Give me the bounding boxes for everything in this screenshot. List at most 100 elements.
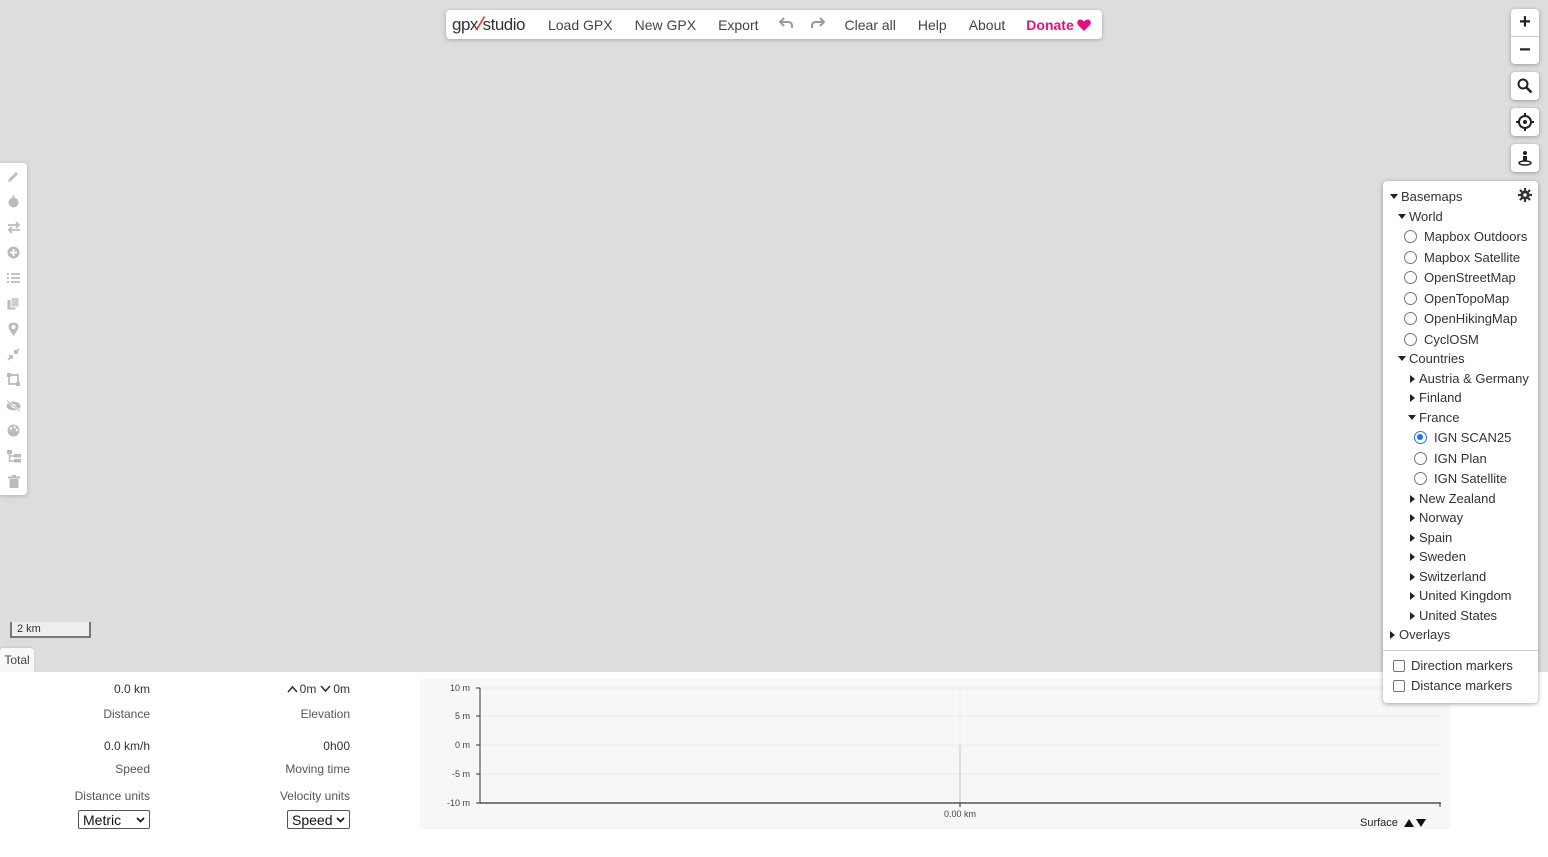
copy-icon[interactable] — [6, 296, 21, 311]
country-united-states[interactable]: United States — [1410, 608, 1497, 623]
statistics-panel: 0.0 km Distance 0m 0m Elevation 0.0 km/h… — [0, 672, 1548, 857]
direction-markers-checkbox[interactable] — [1393, 659, 1405, 672]
help-button[interactable]: Help — [918, 17, 947, 33]
option-label: OpenStreetMap — [1424, 270, 1516, 285]
country-new-zealand[interactable]: New Zealand — [1410, 491, 1496, 506]
moving-time-value: 0h00 — [323, 739, 350, 753]
search-button[interactable] — [1511, 72, 1539, 100]
country-finland[interactable]: Finland — [1410, 390, 1462, 405]
country-sweden[interactable]: Sweden — [1410, 549, 1466, 564]
caret-right-icon — [1390, 630, 1395, 639]
donate-button[interactable]: Donate — [1026, 16, 1091, 33]
about-button[interactable]: About — [969, 17, 1006, 33]
country-austria-germany[interactable]: Austria & Germany — [1410, 371, 1529, 386]
elevation-chart-plot — [476, 687, 1441, 807]
stopwatch-icon[interactable] — [6, 194, 21, 209]
radio-button[interactable] — [1404, 292, 1417, 305]
basemap-option-mapbox-satellite[interactable]: Mapbox Satellite — [1404, 250, 1520, 265]
option-label: Distance markers — [1411, 678, 1513, 693]
caret-right-icon — [1410, 552, 1415, 561]
caret-right-icon — [1410, 591, 1415, 600]
radio-button[interactable] — [1404, 251, 1417, 264]
country-norway[interactable]: Norway — [1410, 510, 1463, 525]
total-tab[interactable]: Total — [0, 648, 34, 672]
basemap-option-mapbox-outdoors[interactable]: Mapbox Outdoors — [1404, 229, 1527, 244]
basemap-option-ign-plan[interactable]: IGN Plan — [1414, 451, 1487, 466]
basemaps-header[interactable]: Basemaps — [1390, 189, 1462, 204]
velocity-units-select[interactable]: Speed — [287, 810, 350, 829]
street-view-icon — [1518, 151, 1532, 166]
eye-slash-icon[interactable] — [6, 398, 21, 413]
caret-down-icon — [1390, 194, 1398, 199]
distance-markers-option[interactable]: Distance markers — [1393, 678, 1512, 693]
caret-right-icon — [1410, 611, 1415, 620]
distance-units-select[interactable]: Metric — [78, 810, 150, 829]
radio-button[interactable] — [1404, 230, 1417, 243]
reverse-icon[interactable] — [6, 220, 21, 235]
overlays-group[interactable]: Overlays — [1390, 627, 1450, 642]
country-switzerland[interactable]: Switzerland — [1410, 569, 1486, 584]
basemap-option-openstreetmap[interactable]: OpenStreetMap — [1404, 270, 1516, 285]
pencil-icon[interactable] — [6, 169, 21, 184]
crop-icon[interactable] — [6, 372, 21, 387]
option-label: OpenHikingMap — [1424, 311, 1518, 326]
basemap-option-opentopomap[interactable]: OpenTopoMap — [1404, 291, 1509, 306]
world-group[interactable]: World — [1398, 209, 1443, 224]
undo-icon[interactable] — [778, 16, 793, 34]
country-france[interactable]: France — [1408, 410, 1459, 425]
countries-group[interactable]: Countries — [1398, 351, 1465, 366]
country-united-kingdom[interactable]: United Kingdom — [1410, 588, 1512, 603]
elevation-chart[interactable]: 10 m 5 m 0 m -5 m -10 m 0.00 km Surface — [420, 679, 1450, 829]
radio-button[interactable] — [1414, 452, 1427, 465]
surface-toggle[interactable]: Surface — [1360, 817, 1426, 829]
palette-icon[interactable] — [6, 423, 21, 438]
basemap-option-ign-scan25[interactable]: IGN SCAN25 — [1414, 430, 1511, 445]
redo-icon[interactable] — [810, 16, 825, 34]
zoom-control: + − — [1511, 9, 1539, 64]
donate-label: Donate — [1026, 16, 1074, 33]
velocity-units-value: Speed — [292, 811, 333, 828]
basemap-option-openhikingmap[interactable]: OpenHikingMap — [1404, 311, 1517, 326]
map-pin-icon[interactable] — [6, 321, 21, 336]
caret-right-icon — [1410, 374, 1415, 383]
clear-all-button[interactable]: Clear all — [845, 17, 896, 33]
zoom-in-button[interactable]: + — [1511, 9, 1539, 36]
basemap-option-cyclosm[interactable]: CyclOSM — [1404, 332, 1479, 347]
export-button[interactable]: Export — [718, 17, 758, 33]
radio-button[interactable] — [1404, 271, 1417, 284]
velocity-units-label: Velocity units — [279, 789, 350, 803]
radio-button[interactable] — [1404, 333, 1417, 346]
distance-markers-checkbox[interactable] — [1393, 679, 1405, 692]
gear-icon[interactable] — [1518, 188, 1532, 202]
speed-value: 0.0 km/h — [103, 739, 150, 753]
direction-markers-option[interactable]: Direction markers — [1393, 658, 1513, 673]
option-label: Mapbox Outdoors — [1424, 229, 1528, 244]
radio-button[interactable] — [1414, 472, 1427, 485]
caret-right-icon — [1410, 513, 1415, 522]
zoom-out-button[interactable]: − — [1511, 36, 1539, 63]
sort-up-down-icon — [1403, 819, 1426, 827]
locate-button[interactable] — [1511, 108, 1539, 136]
speed-label: Speed — [115, 762, 150, 776]
trash-icon[interactable] — [6, 474, 21, 489]
load-gpx-button[interactable]: Load GPX — [548, 17, 613, 33]
compress-icon[interactable] — [6, 347, 21, 362]
caret-right-icon — [1410, 533, 1415, 542]
caret-right-icon — [1410, 494, 1415, 503]
country-label: Spain — [1419, 530, 1453, 545]
basemap-option-ign-satellite[interactable]: IGN Satellite — [1414, 471, 1507, 486]
new-gpx-button[interactable]: New GPX — [635, 17, 696, 33]
option-label: IGN Plan — [1434, 451, 1487, 466]
street-view-button[interactable] — [1511, 144, 1539, 172]
radio-button[interactable] — [1404, 312, 1417, 325]
country-label: France — [1419, 410, 1460, 425]
radio-button-selected[interactable] — [1414, 431, 1427, 444]
country-spain[interactable]: Spain — [1410, 530, 1452, 545]
basemaps-panel: Basemaps World Mapbox Outdoors Mapbox Sa… — [1383, 181, 1538, 703]
add-circle-icon[interactable] — [6, 245, 21, 260]
list-icon[interactable] — [6, 270, 21, 285]
elevation-up-value: 0m — [299, 682, 317, 696]
country-label: Switzerland — [1419, 569, 1487, 584]
heart-icon — [1076, 19, 1091, 31]
structure-icon[interactable] — [6, 449, 21, 464]
